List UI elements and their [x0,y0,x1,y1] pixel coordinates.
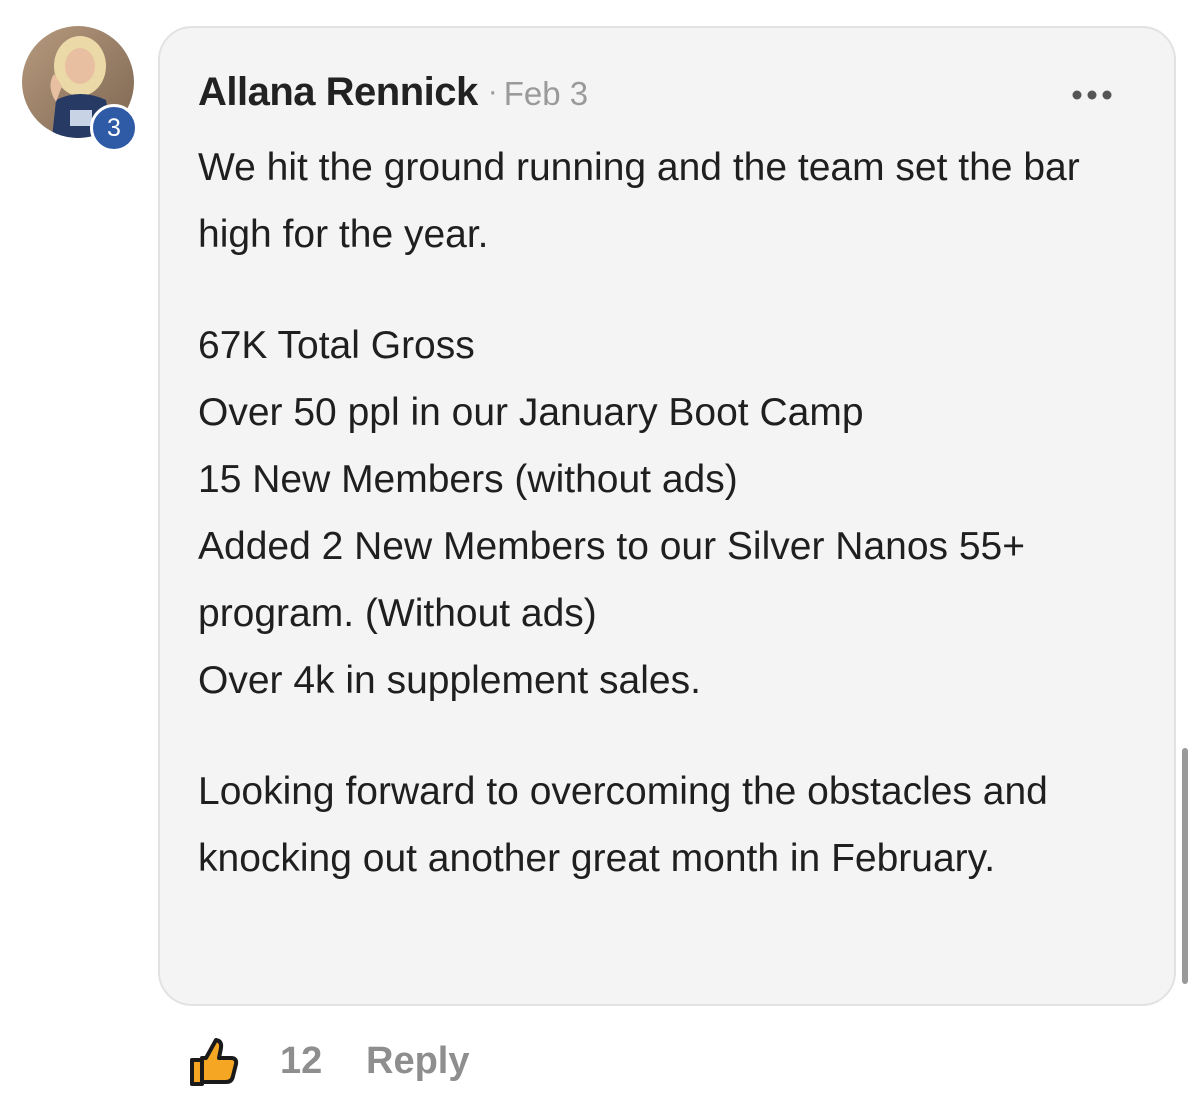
stat-line: Added 2 New Members to our Silver Nanos … [198,525,1025,635]
more-options-button[interactable] [1068,80,1116,110]
comment-body: We hit the ground running and the team s… [198,134,1146,892]
stat-line: Over 4k in supplement sales. [198,659,701,702]
comment-card: Allana Rennick · Feb 3 We hit the ground r… [158,26,1176,1006]
thumbs-up-icon [190,1038,239,1086]
comment-header: Allana Rennick · Feb 3 [198,70,1136,120]
comment-closing: Looking forward to overcoming the obstac… [198,770,1048,880]
stat-line: 67K Total Gross [198,324,475,367]
post-date[interactable]: Feb 3 [504,75,588,112]
separator-dot: · [487,75,498,108]
like-button[interactable] [186,1036,240,1090]
author-name[interactable]: Allana Rennick [198,70,478,114]
level-badge: 3 [90,104,138,152]
stat-line: Over 50 ppl in our January Boot Camp [198,391,864,434]
more-horizontal-icon [1072,90,1112,100]
scrollbar-thumb[interactable] [1182,748,1188,984]
author-avatar-group[interactable]: 3 [22,26,146,152]
stat-line: 15 New Members (without ads) [198,458,738,501]
comment-intro: We hit the ground running and the team s… [198,146,1080,256]
reply-button[interactable]: Reply [366,1040,469,1083]
comment-thread: 3 Allana Rennick · Feb 3 We hit the ground… [0,0,1200,1112]
like-count: 12 [280,1040,323,1082]
